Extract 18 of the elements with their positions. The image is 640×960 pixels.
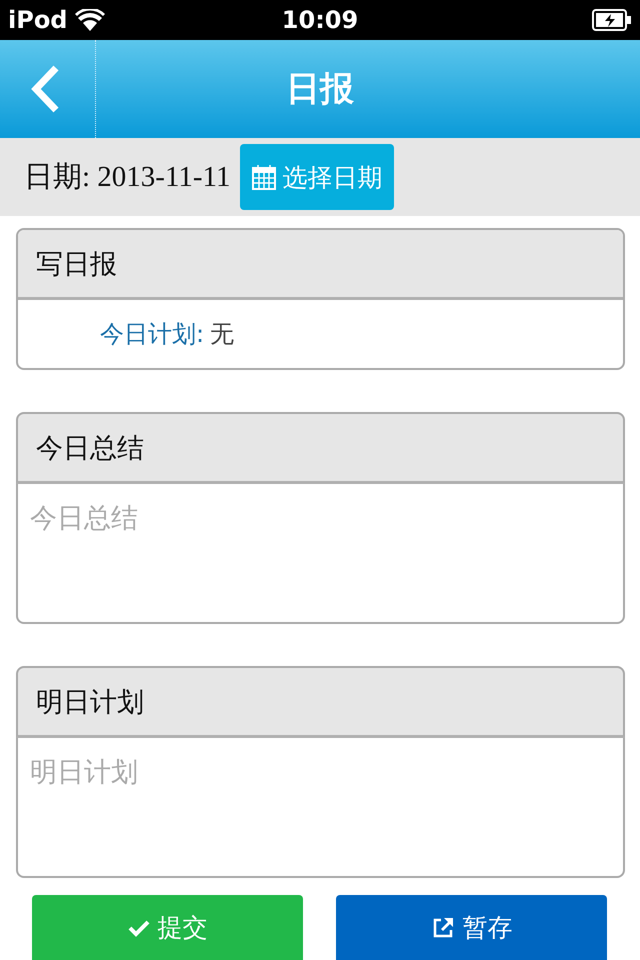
card-title: 写日报	[18, 230, 623, 300]
submit-button[interactable]: 提交	[32, 895, 303, 960]
plan-label: 今日计划:	[100, 320, 204, 348]
save-button[interactable]: 暂存	[336, 895, 607, 960]
page-title: 日报	[285, 68, 355, 111]
date-label: 日期: 2013-11-11	[24, 160, 230, 195]
status-time: 10:09	[282, 6, 358, 34]
calendar-icon	[252, 164, 276, 190]
check-icon	[128, 918, 150, 936]
wifi-icon	[75, 9, 106, 31]
battery-icon	[592, 9, 632, 31]
input-field[interactable]: 今日总结	[16, 484, 625, 624]
date-picker-button[interactable]: 选择日期	[240, 144, 394, 210]
plan-value: 无	[210, 320, 234, 348]
card-title: 明日计划	[16, 666, 625, 738]
input-field[interactable]: 明日计划	[16, 738, 625, 878]
carrier-name: iPod	[8, 6, 68, 34]
card-title: 今日总结	[16, 412, 625, 484]
